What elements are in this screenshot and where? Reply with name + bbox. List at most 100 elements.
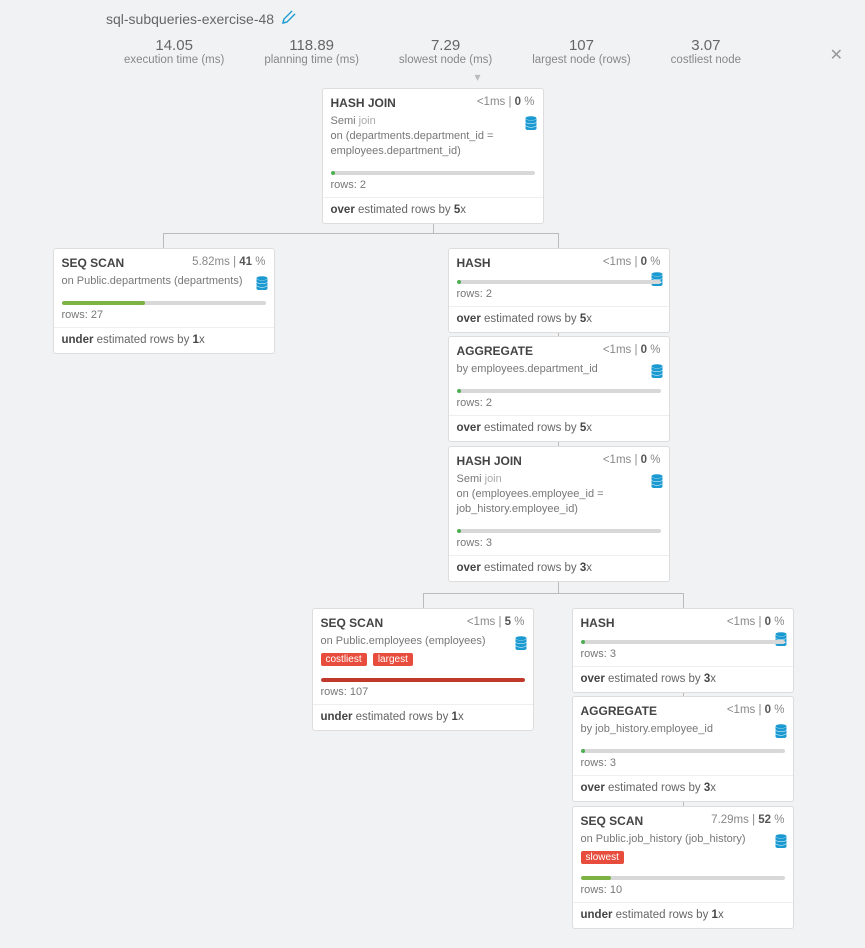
stat-value: 118.89: [264, 37, 359, 54]
node-hash-2[interactable]: HASH <1ms | 0 % rows: 3 over estimated r…: [572, 608, 794, 693]
desc: on Public.employees (employees): [321, 634, 525, 649]
desc-prefix: Semi: [457, 473, 482, 485]
node-aggregate-2[interactable]: AGGREGATE <1ms | 0 % by job_history.empl…: [572, 696, 794, 802]
rows-line: rows: 27: [54, 309, 274, 328]
tag-slowest: slowest: [581, 851, 624, 864]
tag-largest: largest: [373, 653, 413, 666]
node-metrics: <1ms | 0 %: [477, 96, 535, 110]
plan-tree: HASH JOIN <1ms | 0 % Semi join on (depar…: [53, 88, 813, 918]
node-metrics: <1ms | 5 %: [467, 616, 525, 630]
progress-bar: [457, 389, 661, 393]
desc: on Public.departments (departments): [62, 274, 266, 289]
desc-prefix: Semi: [331, 115, 356, 127]
node-metrics: <1ms | 0 %: [603, 344, 661, 358]
node-metrics: 7.29ms | 52 %: [711, 814, 784, 828]
rows-line: rows: 2: [323, 179, 543, 198]
connector: [163, 233, 558, 234]
stat-planning-time: 118.89 planning time (ms): [264, 37, 359, 66]
stat-value: 107: [532, 37, 630, 54]
tag-costliest: costliest: [321, 653, 367, 666]
rows-line: rows: 10: [573, 884, 793, 903]
node-metrics: <1ms | 0 %: [727, 704, 785, 718]
estimate-line: under estimated rows by 1x: [54, 328, 274, 353]
node-time: 5.82ms: [192, 256, 230, 268]
node-aggregate-1[interactable]: AGGREGATE <1ms | 0 % by employees.depart…: [448, 336, 670, 442]
node-seq-scan-job-history[interactable]: SEQ SCAN 7.29ms | 52 % on Public.job_his…: [572, 806, 794, 929]
stat-label: slowest node (ms): [399, 54, 492, 66]
node-type: HASH: [457, 256, 491, 270]
estimate-line: over estimated rows by 3x: [573, 667, 793, 692]
estimate-line: over estimated rows by 5x: [449, 307, 669, 332]
stat-execution-time: 14.05 execution time (ms): [124, 37, 224, 66]
stat-largest-node: 107 largest node (rows): [532, 37, 630, 66]
stat-slowest-node: 7.29 slowest node (ms): [399, 37, 492, 66]
node-hash-1[interactable]: HASH <1ms | 0 % rows: 2 over estimated r…: [448, 248, 670, 333]
node-type: AGGREGATE: [457, 344, 533, 358]
node-hash-join-root[interactable]: HASH JOIN <1ms | 0 % Semi join on (depar…: [322, 88, 544, 224]
node-pct: 41: [239, 256, 252, 268]
close-icon[interactable]: ✕: [830, 45, 843, 65]
edit-icon[interactable]: [282, 10, 296, 27]
progress-bar: [457, 529, 661, 533]
node-hash-join-2[interactable]: HASH JOIN <1ms | 0 % Semi join on (emplo…: [448, 446, 670, 582]
node-type: SEQ SCAN: [581, 814, 644, 828]
desc: by employees.department_id: [457, 362, 661, 377]
desc: by job_history.employee_id: [581, 722, 785, 737]
stat-value: 3.07: [671, 37, 741, 54]
stat-costliest-node: 3.07 costliest node: [671, 37, 741, 66]
database-icon: [775, 834, 787, 851]
rows-line: rows: 3: [573, 648, 793, 667]
database-icon: [651, 364, 663, 381]
desc-line2: on (employees.employee_id = job_history.…: [457, 488, 604, 515]
desc-muted: join: [359, 115, 376, 127]
pointer-icon: ▾: [90, 70, 865, 84]
progress-bar: [581, 876, 785, 880]
estimate-line: over estimated rows by 3x: [573, 776, 793, 801]
connector: [683, 593, 684, 608]
progress-bar: [321, 678, 525, 682]
desc-muted: join: [485, 473, 502, 485]
rows-line: rows: 2: [449, 397, 669, 416]
database-icon: [256, 276, 268, 293]
node-seq-scan-employees[interactable]: SEQ SCAN <1ms | 5 % on Public.employees …: [312, 608, 534, 731]
connector: [163, 233, 164, 248]
progress-bar: [62, 301, 266, 305]
node-type: HASH: [581, 616, 615, 630]
node-metrics: <1ms | 0 %: [603, 256, 661, 270]
title-text: sql-subqueries-exercise-48: [106, 11, 274, 27]
database-icon: [775, 724, 787, 741]
tags: slowest: [581, 847, 785, 864]
estimate-line: over estimated rows by 5x: [449, 416, 669, 441]
rows-line: rows: 107: [313, 686, 533, 705]
tags: costliest largest: [321, 649, 525, 666]
stat-value: 14.05: [124, 37, 224, 54]
rows-line: rows: 3: [573, 757, 793, 776]
progress-bar: [581, 640, 785, 644]
rows-line: rows: 3: [449, 537, 669, 556]
estimate-line: under estimated rows by 1x: [313, 705, 533, 730]
stat-label: planning time (ms): [264, 54, 359, 66]
node-type: SEQ SCAN: [321, 616, 384, 630]
stat-value: 7.29: [399, 37, 492, 54]
node-seq-scan-departments[interactable]: SEQ SCAN 5.82ms | 41 % on Public.departm…: [53, 248, 275, 354]
node-type: AGGREGATE: [581, 704, 657, 718]
progress-bar: [457, 280, 661, 284]
database-icon: [525, 116, 537, 133]
estimate-line: under estimated rows by 1x: [573, 903, 793, 928]
database-icon: [515, 636, 527, 653]
progress-bar: [331, 171, 535, 175]
node-time: <1ms: [477, 96, 505, 108]
node-metrics: 5.82ms | 41 %: [192, 256, 265, 270]
stats-bar: 14.05 execution time (ms) 118.89 plannin…: [0, 37, 865, 66]
node-metrics: <1ms | 0 %: [727, 616, 785, 630]
estimate-line: over estimated rows by 3x: [449, 556, 669, 581]
page-title: sql-subqueries-exercise-48: [106, 10, 865, 27]
connector: [558, 233, 559, 248]
desc: on Public.job_history (job_history): [581, 832, 785, 847]
stat-label: largest node (rows): [532, 54, 630, 66]
node-type: HASH JOIN: [457, 454, 522, 468]
node-type: HASH JOIN: [331, 96, 396, 110]
connector: [423, 593, 683, 594]
node-pct: 0: [515, 96, 521, 108]
rows-line: rows: 2: [449, 288, 669, 307]
